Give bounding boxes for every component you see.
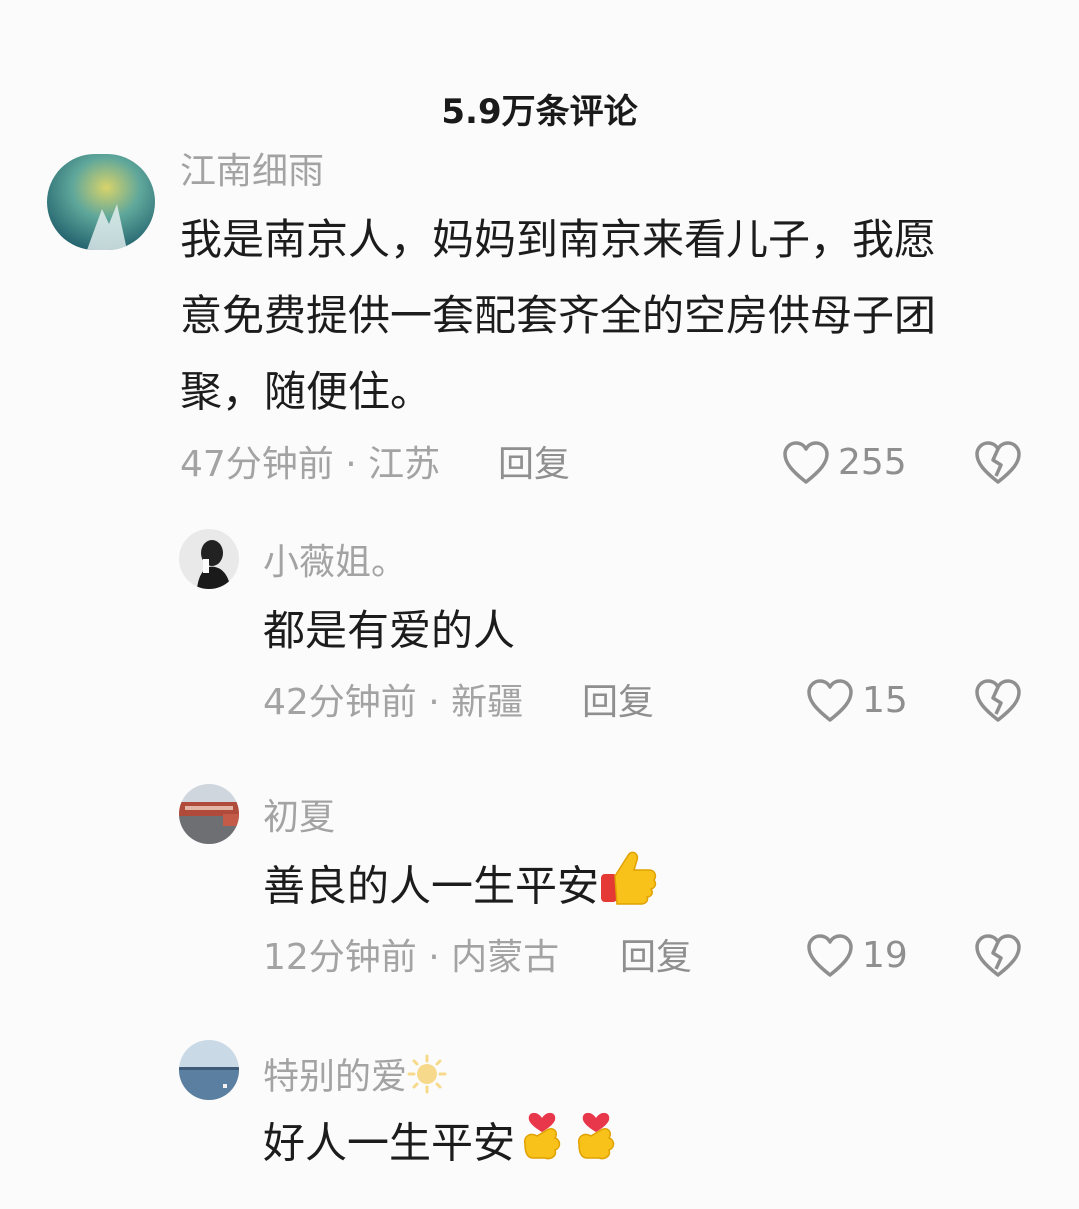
finger-heart-icon (569, 1104, 623, 1188)
like-count: 15 (862, 680, 908, 721)
broken-heart-icon (975, 441, 1021, 484)
heart-icon (783, 441, 829, 484)
avatar[interactable] (179, 1040, 239, 1100)
reply-username[interactable]: 特别的爱 (263, 1054, 447, 1103)
comment-username[interactable]: 江南细雨 (180, 152, 324, 192)
reply-text-content: 善良的人一生平安 (263, 861, 600, 911)
sea-avatar-icon (179, 1040, 239, 1100)
comments-count-title: 5.9万条评论 (441, 92, 638, 132)
comment-meta: 47分钟前 · 江苏 (180, 444, 441, 485)
dislike-button[interactable] (974, 678, 1022, 724)
reply-text: 都是有爱的人 (263, 606, 516, 655)
reply-button[interactable]: 回复 (620, 938, 692, 978)
reply-text: 善良的人一生平安 (263, 848, 657, 930)
reply-username-text: 特别的爱 (263, 1056, 408, 1098)
dislike-button[interactable] (974, 933, 1022, 979)
reply-username[interactable]: 小薇姐。 (263, 543, 407, 583)
like-count: 19 (862, 935, 908, 976)
comment-text: 我是南京人，妈妈到南京来看儿子，我愿 意免费提供一套配套齐全的空房供母子团 聚，… (180, 202, 1010, 430)
finger-heart-icon (515, 1104, 569, 1188)
reply-button[interactable]: 回复 (582, 683, 654, 723)
broken-heart-icon (975, 679, 1021, 722)
broken-heart-icon (975, 934, 1021, 977)
dislike-button[interactable] (974, 440, 1022, 486)
comment-text-line: 聚，随便住。 (180, 367, 433, 416)
heart-icon (807, 934, 853, 977)
reply-meta: 12分钟前 · 内蒙古 (263, 937, 560, 978)
heart-icon (807, 679, 853, 722)
comment-text-line: 意免费提供一套配套齐全的空房供母子团 (180, 291, 937, 340)
avatar[interactable] (179, 784, 239, 844)
building-avatar-icon (179, 784, 239, 844)
reply-text-content: 好人一生平安 (263, 1118, 516, 1168)
like-count: 255 (838, 442, 907, 483)
sun-icon (407, 1054, 447, 1103)
avatar[interactable] (47, 154, 155, 250)
reply-text: 好人一生平安 (263, 1104, 623, 1188)
person-avatar-icon (179, 529, 239, 589)
like-button[interactable]: 15 (806, 678, 908, 724)
reply-meta: 42分钟前 · 新疆 (263, 682, 524, 723)
comment-text-line: 我是南京人，妈妈到南京来看儿子，我愿 (180, 215, 937, 264)
reply-username[interactable]: 初夏 (263, 798, 335, 838)
reply-button[interactable]: 回复 (498, 445, 570, 485)
like-button[interactable]: 19 (806, 933, 908, 979)
thumbs-up-icon (599, 848, 657, 930)
landscape-avatar-icon (47, 154, 155, 250)
like-button[interactable]: 255 (782, 440, 907, 486)
avatar[interactable] (179, 529, 239, 589)
